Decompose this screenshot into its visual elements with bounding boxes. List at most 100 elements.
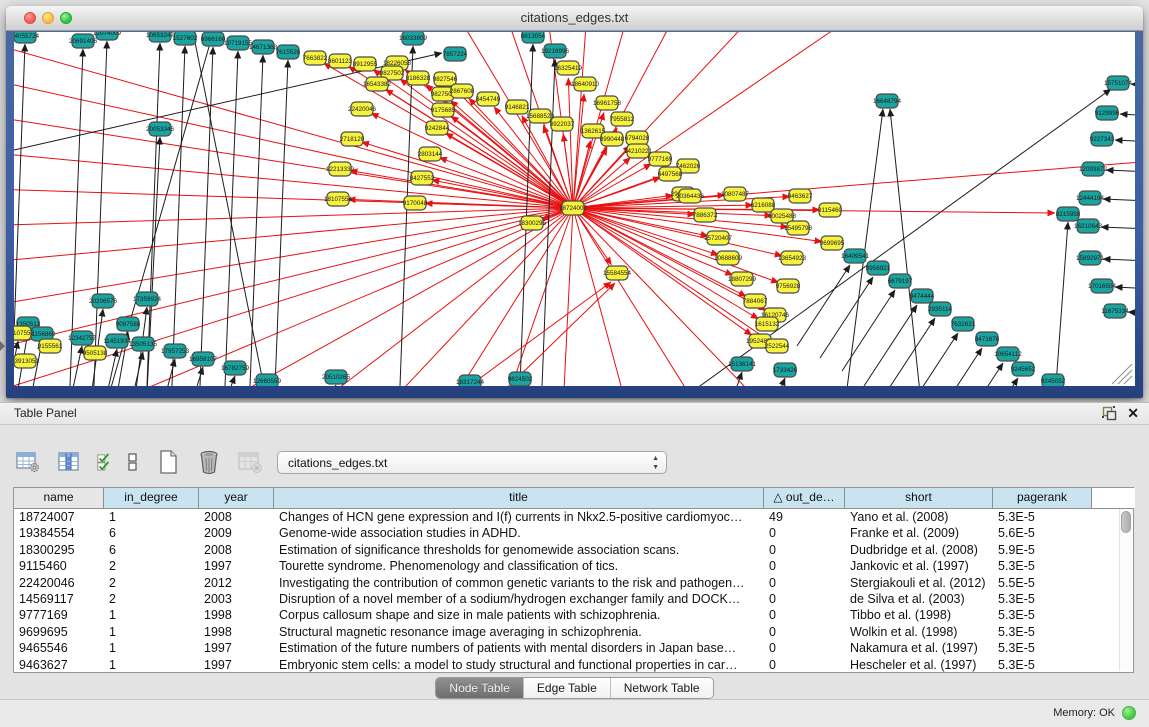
graph-node[interactable]: 13913051 — [14, 354, 39, 368]
graph-node[interactable]: 7886372 — [693, 208, 718, 222]
table-row[interactable]: 911546021997Tourette syndrome. Phenomeno… — [14, 558, 1133, 574]
column-header-short[interactable]: short — [845, 488, 993, 508]
graph-node[interactable]: 14055724 — [14, 32, 39, 43]
show-columns-button[interactable] — [55, 449, 83, 475]
table-row[interactable]: 1872400712008Changes of HCN gene express… — [14, 509, 1133, 525]
network-canvas[interactable]: 14055724 20691406 12074009 10653247 1527… — [14, 32, 1135, 386]
graph-node[interactable]: 9699695 — [820, 236, 845, 250]
graph-node[interactable]: 8427552 — [410, 171, 435, 185]
graph-node[interactable]: 12444194 — [1076, 191, 1105, 205]
graph-node[interactable]: 9170048 — [403, 196, 428, 210]
graph-node[interactable]: 10654112 — [994, 347, 1022, 361]
graph-node[interactable]: 2718120 — [340, 132, 365, 146]
graph-node[interactable]: 7884067 — [743, 294, 768, 308]
graph-node[interactable]: 1733426 — [773, 363, 798, 377]
graph-node[interactable]: 9097588 — [116, 317, 141, 331]
column-header-out_de[interactable]: △ out_de… — [764, 488, 845, 508]
column-header-name[interactable]: name — [14, 488, 104, 508]
graph-node[interactable]: 15136141 — [728, 357, 757, 371]
table-row[interactable]: 1456911722003Disruption of a novel membe… — [14, 591, 1133, 607]
graph-node[interactable]: 8215958 — [1056, 207, 1081, 221]
graph-node[interactable]: 10688609 — [714, 251, 743, 265]
graph-node[interactable]: 9175685 — [431, 103, 456, 117]
graph-node[interactable]: 6497568 — [658, 167, 683, 181]
graph-node[interactable]: 2867608 — [450, 84, 475, 98]
column-header-title[interactable]: title — [274, 488, 764, 508]
graph-node[interactable]: 20206576 — [89, 294, 118, 308]
graph-node[interactable]: 1615132 — [755, 317, 780, 331]
graph-node[interactable]: 9227343 — [1090, 132, 1115, 146]
graph-node[interactable]: 19218996 — [541, 44, 570, 58]
table-row[interactable]: 977716911998Corpus callosum shape and si… — [14, 607, 1133, 623]
graph-node[interactable]: 15584554 — [603, 266, 632, 280]
graph-node[interactable]: 7955812 — [610, 112, 635, 126]
graph-node[interactable]: 8454749 — [476, 92, 501, 106]
graph-node[interactable]: 16033809 — [399, 32, 428, 45]
graph-node[interactable]: 16958107 — [189, 352, 218, 366]
graph-node[interactable]: 15751074 — [1104, 76, 1133, 90]
graph-node[interactable]: 12342757 — [68, 331, 97, 345]
graph-node[interactable]: 18300295 — [518, 216, 547, 230]
graph-node[interactable]: 9155561 — [38, 339, 63, 353]
graph-node[interactable]: 14671368 — [249, 40, 278, 54]
tab-network-table[interactable]: Network Table — [611, 678, 713, 698]
graph-node[interactable]: 8813054 — [521, 32, 546, 43]
graph-node[interactable]: 7857224 — [443, 47, 468, 61]
graph-node[interactable]: 13505135 — [129, 337, 158, 351]
panel-collapse-handle-icon[interactable] — [0, 341, 5, 351]
graph-node[interactable]: 9463627 — [788, 189, 813, 203]
graph-node[interactable]: 20510265 — [322, 370, 351, 384]
graph-node[interactable]: 8601123 — [328, 54, 353, 68]
graph-node[interactable]: 7615526 — [276, 45, 301, 59]
vertical-scrollbar[interactable] — [1119, 509, 1133, 671]
table-row[interactable]: 969969511998Structural magnetic resonanc… — [14, 624, 1133, 640]
table-row[interactable]: 946554611997Estimation of the future num… — [14, 640, 1133, 656]
graph-node[interactable]: 9245052 — [1041, 374, 1066, 386]
graph-node[interactable]: 1527602 — [173, 32, 198, 45]
graph-node[interactable]: 17957253 — [161, 344, 190, 358]
float-window-icon[interactable] — [1101, 405, 1117, 421]
graph-node[interactable]: 12213339 — [326, 162, 355, 176]
graph-node[interactable]: 17359924 — [133, 292, 162, 306]
graph-node[interactable]: 16782759 — [221, 361, 250, 375]
network-window-titlebar[interactable]: citations_edges.txt — [6, 6, 1143, 31]
graph-node[interactable]: 16648794 — [873, 94, 902, 108]
graph-node[interactable]: 10807487 — [721, 187, 750, 201]
graph-node[interactable]: 9474444 — [910, 289, 935, 303]
graph-node[interactable]: 2803144 — [418, 147, 443, 161]
memory-ok-icon[interactable] — [1122, 706, 1136, 720]
graph-node[interactable]: 9146821 — [505, 100, 530, 114]
table-selector[interactable]: citations_edges.txt ▲▼ — [277, 451, 667, 474]
graph-node[interactable]: 15495798 — [784, 221, 813, 235]
graph-node[interactable]: 2935114 — [928, 302, 953, 316]
graph-node[interactable]: 12660559 — [253, 374, 282, 386]
table-row[interactable]: 1830029562008Estimation of significance … — [14, 542, 1133, 558]
graph-node[interactable]: 8186328 — [406, 71, 431, 85]
graph-node[interactable]: 11675334 — [1101, 304, 1129, 318]
graph-node[interactable]: 18724007 — [559, 201, 588, 215]
tab-node-table[interactable]: Node Table — [436, 678, 524, 698]
graph-node[interactable]: 16210643 — [1074, 219, 1103, 233]
graph-node[interactable]: 9129996 — [1095, 106, 1120, 120]
select-columns-button[interactable] — [96, 449, 112, 475]
table-row[interactable]: 946362711997Embryonic stem cells: a mode… — [14, 657, 1133, 673]
graph-node[interactable]: 8922037 — [550, 117, 575, 131]
graph-node[interactable]: 8958921 — [866, 261, 891, 275]
graph-node[interactable]: 18107554 — [324, 192, 353, 206]
column-header-year[interactable]: year — [199, 488, 274, 508]
graph-node[interactable]: 20053346 — [146, 122, 175, 136]
graph-node[interactable]: 16409541 — [841, 249, 870, 263]
graph-node[interactable]: 9824502 — [508, 372, 533, 386]
graph-node[interactable]: 12074009 — [93, 32, 122, 40]
graph-node[interactable]: 6794028 — [625, 131, 650, 145]
graph-node[interactable]: 9245652 — [1011, 362, 1036, 376]
graph-node[interactable]: 8990448 — [600, 132, 625, 146]
delete-column-button[interactable] — [195, 449, 223, 475]
graph-node[interactable]: 18807299 — [728, 272, 757, 286]
graph-node[interactable]: 15720407 — [704, 231, 733, 245]
graph-node[interactable]: 9756928 — [776, 279, 801, 293]
column-header-in_degree[interactable]: in_degree — [104, 488, 199, 508]
tab-edge-table[interactable]: Edge Table — [524, 678, 611, 698]
graph-node[interactable]: 11451934 — [103, 334, 131, 348]
graph-node[interactable]: 16961758 — [593, 96, 622, 110]
